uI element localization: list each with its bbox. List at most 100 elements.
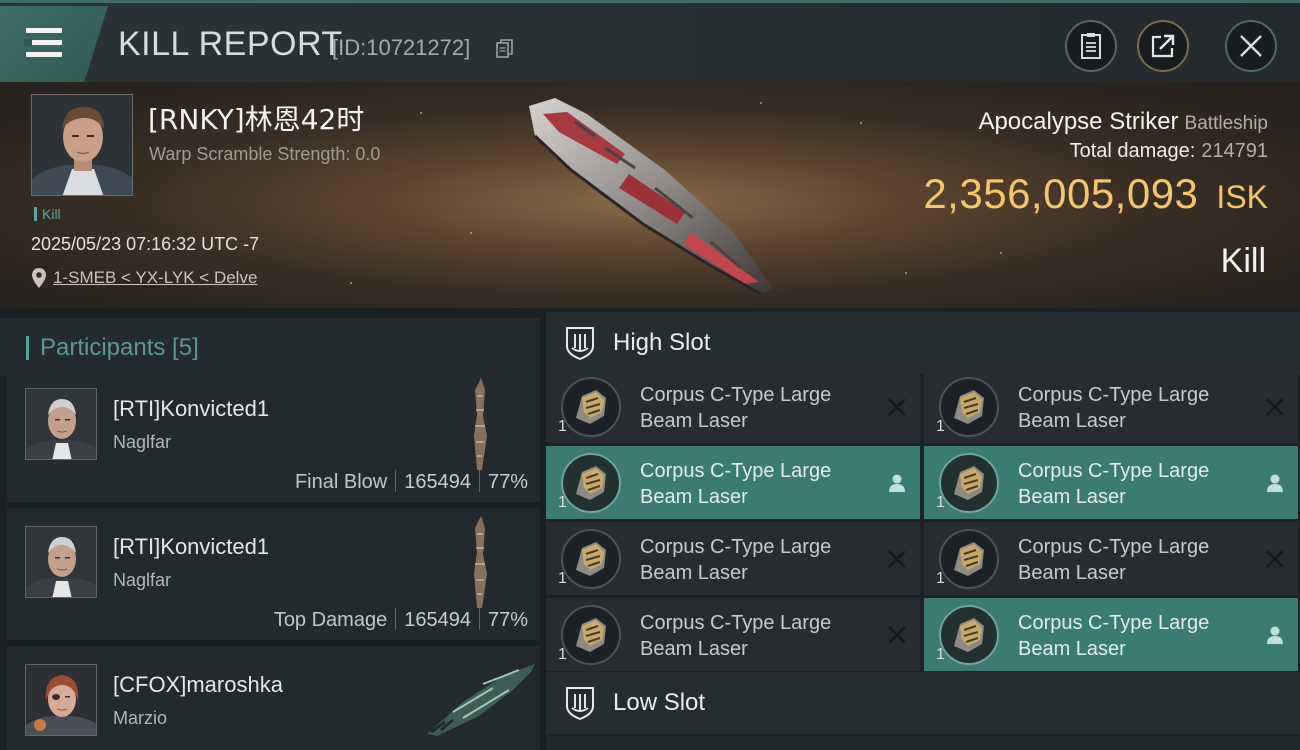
participant-label: Final Blow [294, 471, 388, 493]
copy-icon[interactable] [496, 39, 514, 59]
fitting-slots-panel: High Slot 1 Corpus C-Type Large Beam Las… [546, 308, 1300, 750]
participant-name: [CFOX]maroshka [113, 672, 283, 697]
victim-name[interactable]: [RNKY]林恩42时 [148, 98, 364, 138]
module-item[interactable]: 1 Corpus C-Type Large Beam Laser [924, 598, 1298, 671]
avatar[interactable] [25, 664, 97, 736]
participant-ship: Naglfar [113, 432, 172, 452]
total-damage-value: 214791 [1201, 140, 1268, 162]
marzio-ship-icon [427, 664, 535, 736]
destroyed-x-icon [888, 398, 906, 416]
warp-scramble-strength: Warp Scramble Strength: 0.0 [149, 144, 381, 164]
participant-ship: Marzio [113, 708, 168, 728]
avatar[interactable] [25, 388, 97, 460]
participant-row[interactable]: [RTI]Konvicted1 Naglfar Top Damage 165494… [7, 508, 540, 640]
ship-class-text: Battleship [1184, 113, 1268, 134]
participants-title: Participants [5] [40, 334, 199, 361]
laser-module-icon [561, 605, 621, 665]
high-slot-icon [566, 327, 594, 360]
share-icon [1151, 34, 1175, 58]
location-pin-icon [32, 268, 46, 288]
module-qty: 1 [558, 494, 567, 511]
module-name: Corpus C-Type Large Beam Laser [640, 536, 832, 584]
module-name: Corpus C-Type Large Beam Laser [640, 460, 832, 508]
hamburger-menu-icon[interactable] [0, 6, 108, 82]
module-qty: 1 [936, 494, 945, 511]
participant-row[interactable]: [RTI]Konvicted1 Naglfar Final Blow 165494… [7, 370, 540, 502]
participant-name: [RTI]Konvicted1 [113, 534, 270, 559]
close-icon [1240, 35, 1262, 57]
victim-banner: [RNKY]林恩42时 Warp Scramble Strength: 0.0 … [0, 82, 1300, 308]
module-qty: 1 [558, 418, 567, 435]
destroyed-x-icon [888, 626, 906, 644]
high-slot-title: High Slot [613, 329, 711, 356]
high-slot-header[interactable]: High Slot [546, 312, 1300, 374]
laser-module-icon [939, 605, 999, 665]
low-slot-header[interactable]: Low Slot [546, 672, 1300, 734]
victim-ship-name[interactable]: Apocalypse Striker Battleship [978, 108, 1268, 136]
kill-datetime: 2025/05/23 07:16:32 UTC -7 [31, 234, 260, 254]
location-link[interactable]: 1-SMEB < YX-LYK < Delve [53, 268, 257, 288]
participants-panel: Participants [5] [RTI]Konvicted1 Naglfar… [0, 308, 540, 750]
avatar[interactable] [25, 526, 97, 598]
module-qty: 1 [558, 646, 567, 663]
laser-module-icon [561, 377, 621, 437]
report-id: [ID:10721272] [332, 35, 471, 60]
total-damage: Total damage: 214791 [1070, 140, 1268, 163]
isk-amount: 2,356,005,093 [923, 170, 1199, 217]
module-name: Corpus C-Type Large Beam Laser [640, 384, 832, 432]
close-button[interactable] [1225, 20, 1277, 72]
total-damage-label: Total damage: [1069, 140, 1196, 162]
laser-module-icon [939, 377, 999, 437]
dropped-person-icon [889, 474, 905, 492]
dropped-person-icon [1267, 626, 1283, 644]
module-qty: 1 [936, 646, 945, 663]
kill-tag: Kill [34, 206, 61, 222]
module-item[interactable]: 1 Corpus C-Type Large Beam Laser [546, 522, 920, 595]
module-qty: 1 [936, 418, 945, 435]
kill-result: Kill [1220, 242, 1266, 280]
isk-value: 2,356,005,093 ISK [923, 170, 1268, 218]
ship-name-text: Apocalypse Striker [978, 108, 1179, 135]
module-item[interactable]: 1 Corpus C-Type Large Beam Laser [924, 522, 1298, 595]
participants-header: Participants [5] [0, 318, 540, 376]
module-name: Corpus C-Type Large Beam Laser [1018, 612, 1210, 660]
module-item[interactable]: 1 Corpus C-Type Large Beam Laser [924, 446, 1298, 519]
laser-module-icon [561, 453, 621, 513]
participant-stats: Top Damage 165494 77% [274, 608, 528, 632]
low-slot-items-peek [546, 736, 1300, 750]
module-name: Corpus C-Type Large Beam Laser [640, 612, 832, 660]
destroyed-x-icon [1266, 398, 1284, 416]
laser-module-icon [939, 453, 999, 513]
laser-module-icon [561, 529, 621, 589]
isk-unit: ISK [1216, 179, 1268, 215]
participant-percent: 77% [487, 609, 528, 631]
participant-damage: 165494 [404, 471, 471, 493]
naglfar-ship-icon [474, 378, 487, 470]
destroyed-x-icon [888, 550, 906, 568]
participant-name: [RTI]Konvicted1 [113, 396, 270, 421]
low-slot-title: Low Slot [613, 689, 706, 716]
module-name: Corpus C-Type Large Beam Laser [1018, 536, 1210, 584]
laser-module-icon [939, 529, 999, 589]
victim-ship-image[interactable] [515, 92, 795, 302]
clipboard-button[interactable] [1065, 20, 1117, 72]
participant-label: Top Damage [273, 609, 388, 631]
module-item[interactable]: 1 Corpus C-Type Large Beam Laser [546, 370, 920, 443]
kill-report-header: KILL REPORT [ID:10721272] [0, 0, 1300, 82]
participant-damage: 165494 [404, 609, 471, 631]
participant-ship: Naglfar [113, 570, 172, 590]
page-title: KILL REPORT [118, 25, 343, 63]
module-name: Corpus C-Type Large Beam Laser [1018, 460, 1210, 508]
naglfar-ship-icon [474, 516, 487, 608]
module-item[interactable]: 1 Corpus C-Type Large Beam Laser [546, 446, 920, 519]
module-item[interactable]: 1 Corpus C-Type Large Beam Laser [546, 598, 920, 671]
module-item[interactable]: 1 Corpus C-Type Large Beam Laser [924, 370, 1298, 443]
low-slot-icon [566, 687, 594, 720]
share-button[interactable] [1137, 20, 1189, 72]
participant-stats: Final Blow 165494 77% [295, 470, 528, 494]
destroyed-x-icon [1266, 550, 1284, 568]
participant-row[interactable]: [CFOX]maroshka Marzio [7, 646, 540, 750]
victim-portrait[interactable] [31, 94, 133, 196]
module-qty: 1 [558, 570, 567, 587]
clipboard-icon [1081, 33, 1101, 59]
